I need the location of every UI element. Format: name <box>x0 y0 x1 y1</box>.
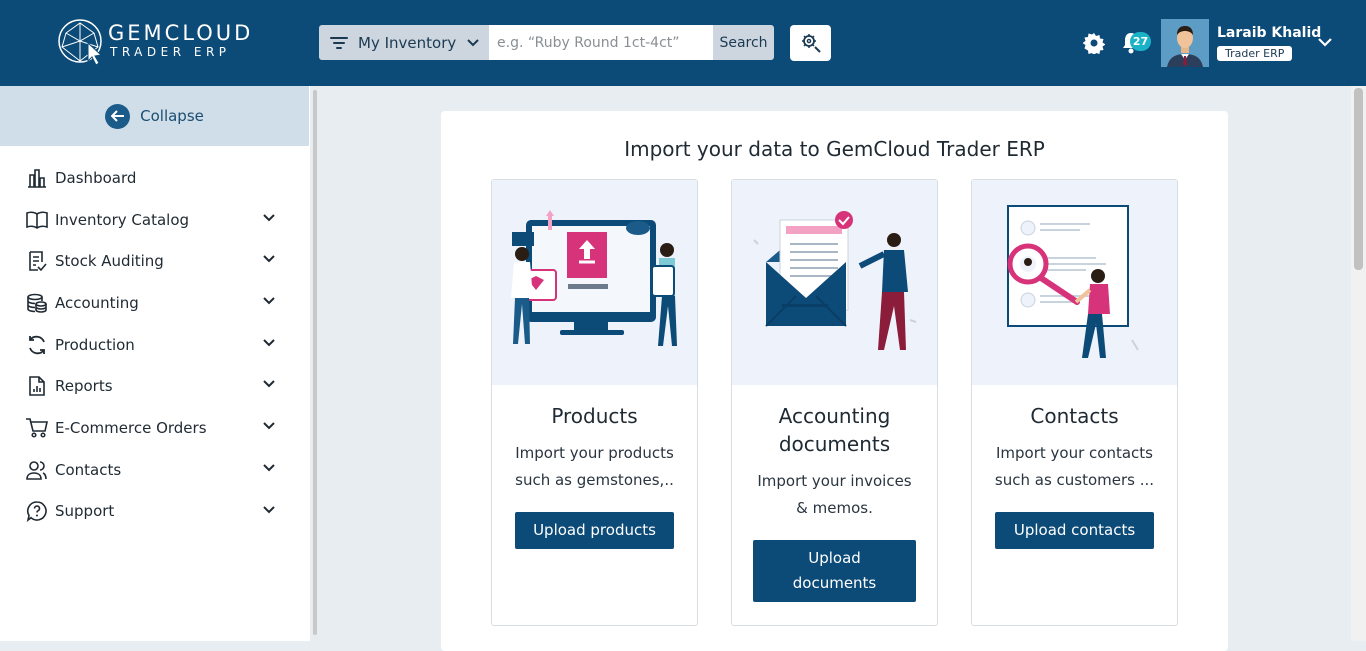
card-title-line-2: documents <box>778 432 891 456</box>
user-name[interactable]: Laraib Khalid <box>1217 25 1321 41</box>
arrow-left-icon <box>105 103 131 129</box>
notification-badge: 27 <box>1130 32 1151 51</box>
import-card-contacts: Contacts Import your contacts such as cu… <box>971 179 1178 626</box>
sidebar-item-accounting[interactable]: Accounting <box>0 282 310 324</box>
sidebar-scrollbar-thumb[interactable] <box>313 90 317 635</box>
sync-icon <box>25 333 49 357</box>
sidebar-item-label: Support <box>55 502 115 521</box>
report-icon <box>25 374 49 398</box>
logo[interactable]: GEMCLOUD TRADER ERP <box>58 17 268 69</box>
logo-subtitle: TRADER ERP <box>110 45 231 59</box>
card-title: Contacts <box>1030 404 1119 428</box>
chevron-down-icon[interactable] <box>262 213 276 223</box>
sidebar-scrollbar[interactable] <box>312 86 318 641</box>
main-scrollbar-thumb[interactable] <box>1354 88 1363 270</box>
sidebar-item-stock-auditing[interactable]: Stock Auditing <box>0 240 310 282</box>
support-icon <box>25 499 49 523</box>
card-description-line-1: Import your contacts <box>996 444 1153 462</box>
card-description-line-2: such as customers ... <box>994 471 1155 489</box>
settings-gear-icon[interactable] <box>1083 32 1105 54</box>
sidebar-item-label: Dashboard <box>55 168 137 187</box>
collapse-label: Collapse <box>140 107 204 125</box>
user-portrait-icon <box>1161 19 1209 67</box>
card-description-line-1: Import your invoices <box>757 472 912 490</box>
sidebar-item-dashboard[interactable]: Dashboard <box>0 157 310 199</box>
contacts-illustration <box>972 180 1177 385</box>
sidebar-item-label: Inventory Catalog <box>55 210 190 229</box>
audit-icon <box>25 249 49 273</box>
user-role-badge: Trader ERP <box>1217 46 1293 61</box>
import-card-products: Products Import your products such as ge… <box>491 179 698 626</box>
button-label-line-1: Upload <box>808 549 861 567</box>
chevron-down-icon[interactable] <box>262 254 276 264</box>
logo-title: GEMCLOUD <box>108 21 254 45</box>
button-label-line-2: documents <box>792 574 877 592</box>
book-icon <box>25 208 49 232</box>
import-card-accounting-documents: Accounting documents Import your invoice… <box>731 179 938 626</box>
sidebar-item-support[interactable]: Support <box>0 491 310 533</box>
sidebar-item-production[interactable]: Production <box>0 324 310 366</box>
upload-products-button[interactable]: Upload products <box>515 512 674 549</box>
sidebar-item-label: Reports <box>55 377 113 396</box>
sidebar-item-label: Contacts <box>55 460 122 479</box>
top-bar: GEMCLOUD TRADER ERP My Inventory Search … <box>0 0 1366 86</box>
sidebar-item-label: Accounting <box>55 293 139 312</box>
sidebar: Collapse Dashboard Inventory Catalog Sto… <box>0 86 310 641</box>
products-illustration <box>492 180 697 385</box>
coins-icon <box>25 291 49 315</box>
search-bar: My Inventory Search <box>319 25 774 60</box>
upload-contacts-button[interactable]: Upload contacts <box>995 512 1154 549</box>
cart-icon <box>25 416 49 440</box>
sidebar-item-label: Production <box>55 335 135 354</box>
sidebar-item-contacts[interactable]: Contacts <box>0 449 310 491</box>
card-description-line-2: such as gemstones,.. <box>515 471 674 489</box>
chevron-down-icon[interactable] <box>262 505 276 515</box>
search-button[interactable]: Search <box>713 25 774 60</box>
gem-logo-icon <box>58 19 103 66</box>
search-scope-label: My Inventory <box>358 33 457 52</box>
contacts-icon <box>25 458 49 482</box>
card-title-line-1: Accounting <box>778 404 891 428</box>
search-settings-icon <box>801 34 821 53</box>
main-scrollbar[interactable] <box>1351 86 1366 641</box>
user-menu-chevron-icon[interactable] <box>1317 36 1333 48</box>
chevron-down-icon[interactable] <box>262 379 276 389</box>
sidebar-item-label: E-Commerce Orders <box>55 418 207 437</box>
filter-icon <box>330 36 348 49</box>
sidebar-item-inventory-catalog[interactable]: Inventory Catalog <box>0 199 310 241</box>
sidebar-item-label: Stock Auditing <box>55 252 164 271</box>
card-description-line-2: & memos. <box>796 499 873 517</box>
chevron-down-icon[interactable] <box>262 296 276 306</box>
import-panel: Import your data to GemCloud Trader ERP <box>441 111 1228 651</box>
upload-documents-button[interactable]: Upload documents <box>753 540 916 602</box>
collapse-button[interactable]: Collapse <box>0 86 309 146</box>
page-title: Import your data to GemCloud Trader ERP <box>624 137 1045 161</box>
card-description-line-1: Import your products <box>515 444 674 462</box>
sidebar-item-reports[interactable]: Reports <box>0 365 310 407</box>
accounting-illustration <box>732 180 937 385</box>
search-input[interactable] <box>489 25 713 60</box>
chevron-down-icon[interactable] <box>262 463 276 473</box>
chevron-down-icon[interactable] <box>262 338 276 348</box>
advanced-search-button[interactable] <box>790 25 831 61</box>
card-title: Products <box>551 404 638 428</box>
sidebar-nav: Dashboard Inventory Catalog Stock Auditi… <box>0 157 310 532</box>
search-scope-dropdown[interactable]: My Inventory <box>319 25 489 60</box>
user-avatar[interactable] <box>1161 19 1209 67</box>
sidebar-item-ecommerce-orders[interactable]: E-Commerce Orders <box>0 407 310 449</box>
chevron-down-icon[interactable] <box>262 421 276 431</box>
dashboard-icon <box>25 166 49 190</box>
chevron-down-icon <box>467 38 479 46</box>
